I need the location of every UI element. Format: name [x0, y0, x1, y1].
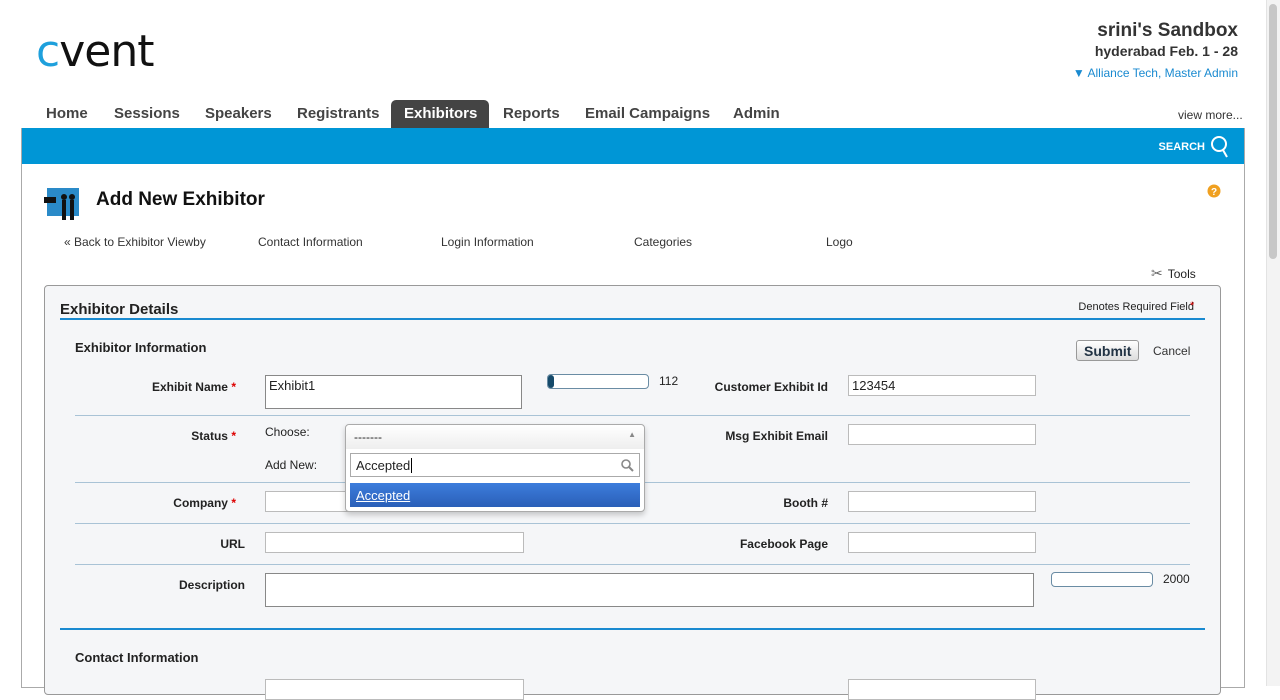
url-input[interactable] [265, 532, 524, 553]
choose-label: Choose: [265, 425, 310, 439]
cancel-link[interactable]: Cancel [1153, 344, 1190, 358]
login-information-link[interactable]: Login Information [441, 235, 534, 249]
status-search-input[interactable]: Accepted [350, 453, 640, 477]
tab-registrants[interactable]: Registrants [284, 100, 393, 128]
tab-sessions[interactable]: Sessions [101, 100, 193, 128]
booth-label: Booth # [783, 496, 828, 510]
msg-exhibit-email-input[interactable] [848, 424, 1036, 445]
logo-c: c [36, 26, 60, 77]
facebook-page-input[interactable] [848, 532, 1036, 553]
exhibitor-icon [44, 188, 79, 220]
status-select[interactable]: ------- ▲ [346, 425, 644, 449]
search-icon [1211, 136, 1228, 158]
user-label: Alliance Tech, Master Admin [1087, 66, 1238, 80]
exhibit-name-input[interactable]: Exhibit1 [265, 375, 522, 409]
cvent-logo[interactable]: cvent [36, 30, 154, 74]
svg-text:?: ? [1211, 187, 1217, 198]
booth-input[interactable] [848, 491, 1036, 512]
section-title: Exhibitor Details [60, 301, 179, 318]
row-divider [75, 564, 1190, 565]
caret-up-icon: ▲ [628, 430, 636, 439]
url-label: URL [220, 537, 245, 551]
view-more-link[interactable]: view more... [1178, 108, 1243, 122]
tools-button[interactable]: ✂ Tools [1151, 265, 1196, 282]
status-dropdown[interactable]: ------- ▲ Accepted Accepted [345, 424, 645, 512]
logo-text: vent [59, 26, 154, 77]
sandbox-name: srini's Sandbox [1097, 20, 1238, 41]
back-link[interactable]: « Back to Exhibitor Viewby [64, 235, 206, 249]
msg-exhibit-email-label: Msg Exhibit Email [725, 429, 828, 443]
status-search-value: Accepted [356, 458, 413, 473]
tab-email-campaigns[interactable]: Email Campaigns [572, 100, 723, 128]
search-label: SEARCH [1158, 141, 1205, 153]
help-icon[interactable]: ? [1207, 184, 1221, 198]
description-counter-bar [1051, 572, 1153, 587]
event-name: hyderabad Feb. 1 - 28 [1094, 43, 1238, 59]
tab-speakers[interactable]: Speakers [192, 100, 285, 128]
exhibit-name-label: Exhibit Name * [151, 380, 236, 394]
tab-reports[interactable]: Reports [490, 100, 573, 128]
tools-icon: ✂ [1151, 265, 1163, 281]
caret-down-icon: ▼ [1072, 66, 1088, 80]
description-label: Description [178, 578, 245, 592]
status-label: Status * [191, 429, 236, 443]
tab-admin[interactable]: Admin [720, 100, 793, 128]
submit-button[interactable]: Submit [1076, 340, 1140, 361]
scrollbar-thumb[interactable] [1269, 4, 1277, 259]
contact-information-link[interactable]: Contact Information [258, 235, 363, 249]
search-button[interactable]: SEARCH [1159, 135, 1230, 159]
status-option-accepted[interactable]: Accepted [350, 483, 640, 507]
row-divider [75, 415, 1190, 416]
tools-label: Tools [1167, 266, 1196, 281]
required-note: Denotes Required Field [1078, 301, 1194, 313]
exhibit-name-counter-bar [547, 374, 649, 389]
tab-home[interactable]: Home [33, 100, 101, 128]
company-label: Company * [173, 496, 236, 510]
page-title: Add New Exhibitor [96, 189, 265, 210]
contact-information-title: Contact Information [75, 650, 199, 665]
status-selected-value: ------- [354, 430, 382, 444]
customer-exhibit-id-input[interactable]: 123454 [848, 375, 1036, 396]
customer-exhibit-id-label: Customer Exhibit Id [714, 380, 828, 394]
user-menu[interactable]: ▼ Alliance Tech, Master Admin [1073, 66, 1238, 80]
description-input[interactable] [265, 573, 1034, 607]
add-new-label: Add New: [265, 458, 318, 472]
contact-input-right[interactable] [848, 679, 1036, 700]
row-divider [75, 523, 1190, 524]
search-bar: SEARCH [22, 128, 1244, 164]
contact-input[interactable] [265, 679, 524, 700]
status-option-label: Accepted [356, 488, 411, 503]
categories-link[interactable]: Categories [634, 235, 692, 249]
section-divider [60, 318, 1205, 320]
subsection-title: Exhibitor Information [75, 340, 207, 355]
tab-exhibitors[interactable]: Exhibitors [391, 100, 489, 128]
facebook-page-label: Facebook Page [739, 537, 828, 551]
section-divider [60, 628, 1205, 630]
required-mark: * [1190, 300, 1195, 312]
search-icon [621, 459, 634, 472]
description-remaining: 2000 [1163, 572, 1190, 586]
logo-link[interactable]: Logo [826, 235, 853, 249]
